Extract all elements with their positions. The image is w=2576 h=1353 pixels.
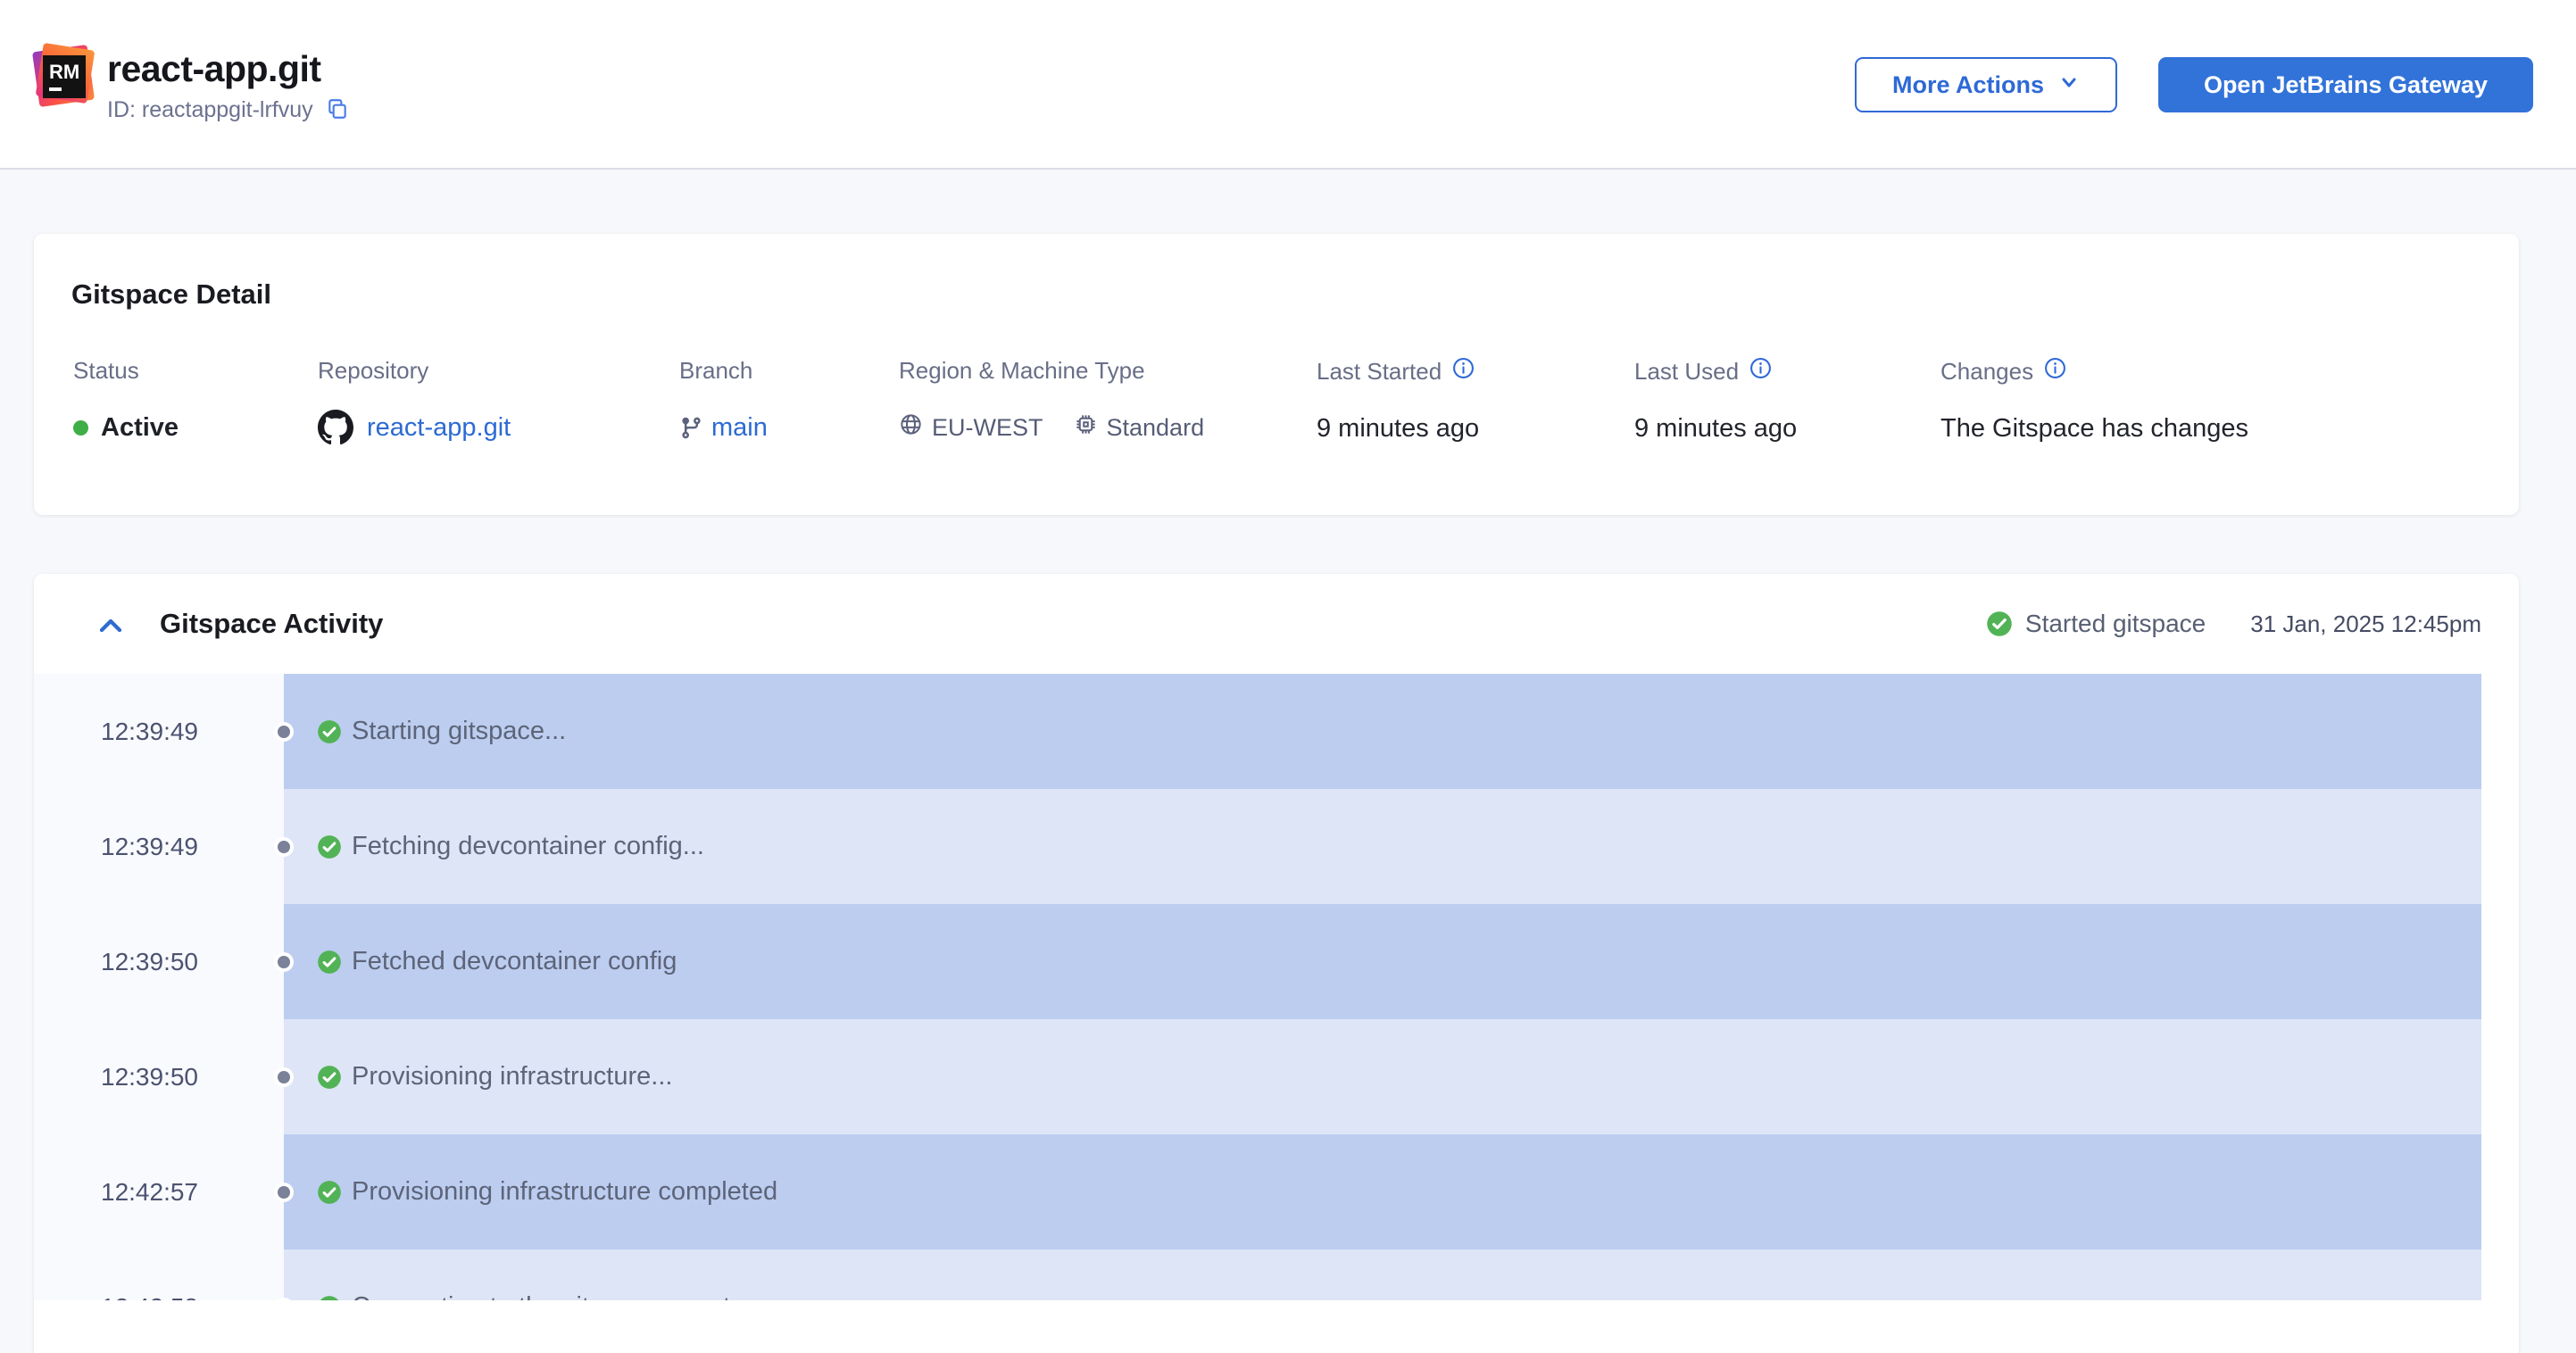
copy-id-button[interactable] bbox=[326, 97, 349, 123]
log-timestamp: 12:42:57 bbox=[101, 1177, 198, 1206]
log-message: Fetched devcontainer config bbox=[352, 947, 677, 975]
field-last-started: Last Started 9 minutes ago bbox=[1317, 357, 1479, 448]
gitspace-activity-card: Gitspace Activity Started gitspace 31 Ja… bbox=[34, 574, 2519, 1353]
timeline-dot-icon bbox=[274, 721, 294, 742]
repository-label: Repository bbox=[318, 357, 429, 384]
machine-type-value: Standard bbox=[1106, 413, 1205, 441]
check-circle-icon bbox=[317, 1295, 342, 1300]
check-circle-icon bbox=[317, 1065, 342, 1090]
log-row: 12:42:57 Provisioning infrastructure com… bbox=[34, 1134, 2481, 1249]
last-started-label: Last Started bbox=[1317, 357, 1442, 385]
status-dot-icon bbox=[73, 419, 88, 436]
log-row: 12:39:50 Fetched devcontainer config bbox=[34, 904, 2481, 1019]
check-circle-icon bbox=[1986, 610, 2013, 637]
field-status: Status Active bbox=[73, 357, 179, 447]
log-timestamp: 12:42:58 bbox=[101, 1293, 198, 1301]
more-actions-button[interactable]: More Actions bbox=[1855, 57, 2117, 112]
log-message: Starting gitspace... bbox=[352, 717, 567, 745]
info-icon[interactable] bbox=[2044, 357, 2066, 386]
chevron-up-icon bbox=[97, 615, 124, 639]
field-region-machine: Region & Machine Type EU-WEST Standard bbox=[899, 357, 1204, 447]
rubymine-logo-icon: RM bbox=[31, 42, 96, 108]
info-icon[interactable] bbox=[1749, 357, 1772, 386]
chevron-down-icon bbox=[2058, 71, 2080, 99]
timeline-dot-icon bbox=[274, 836, 294, 857]
log-row: 12:39:49 Starting gitspace... bbox=[34, 674, 2481, 789]
open-jetbrains-gateway-button[interactable]: Open JetBrains Gateway bbox=[2158, 57, 2533, 112]
globe-icon bbox=[899, 412, 923, 444]
info-icon[interactable] bbox=[1452, 357, 1475, 386]
last-started-value: 9 minutes ago bbox=[1317, 413, 1480, 443]
log-message: Provisioning infrastructure... bbox=[352, 1062, 673, 1091]
region-value: EU-WEST bbox=[932, 413, 1043, 441]
log-row: 12:42:58 Connecting to the gitspace agen… bbox=[34, 1249, 2481, 1300]
log-timestamp: 12:39:50 bbox=[101, 1062, 198, 1091]
changes-value: The Gitspace has changes bbox=[1940, 413, 2248, 443]
page-header: RM react-app.git ID: reactappgit-lrfvuy bbox=[0, 0, 2576, 170]
check-circle-icon bbox=[317, 719, 342, 744]
copy-icon bbox=[326, 97, 349, 123]
log-message: Fetching devcontainer config... bbox=[352, 832, 704, 860]
activity-status-label: Started gitspace bbox=[2024, 610, 2206, 637]
branch-label: Branch bbox=[679, 357, 753, 384]
more-actions-label: More Actions bbox=[1891, 71, 2044, 98]
activity-title: Gitspace Activity bbox=[160, 608, 384, 639]
gitspace-detail-card: Gitspace Detail Status Active Repository… bbox=[34, 234, 2519, 515]
region-machine-label: Region & Machine Type bbox=[899, 357, 1145, 384]
detail-card-title: Gitspace Detail bbox=[71, 278, 271, 310]
field-changes: Changes The Gitspace has changes bbox=[1940, 357, 2248, 448]
branch-link[interactable]: main bbox=[711, 413, 768, 443]
timeline-dot-icon bbox=[274, 1067, 294, 1087]
gitspace-id: ID: reactappgit-lrfvuy bbox=[107, 97, 313, 122]
last-used-label: Last Used bbox=[1634, 357, 1740, 385]
status-value: Active bbox=[101, 412, 179, 442]
activity-status-date: 31 Jan, 2025 12:45pm bbox=[2250, 610, 2481, 637]
machine-type-icon bbox=[1074, 412, 1098, 444]
log-timestamp: 12:39:50 bbox=[101, 947, 198, 975]
log-message: Provisioning infrastructure completed bbox=[352, 1177, 778, 1206]
changes-label: Changes bbox=[1940, 357, 2034, 385]
log-row: 12:39:50 Provisioning infrastructure... bbox=[34, 1019, 2481, 1134]
field-branch: Branch main bbox=[679, 357, 768, 447]
last-used-value: 9 minutes ago bbox=[1634, 413, 1798, 443]
timeline-dot-icon bbox=[274, 951, 294, 972]
log-timestamp: 12:39:49 bbox=[101, 717, 198, 745]
field-last-used: Last Used 9 minutes ago bbox=[1634, 357, 1797, 448]
check-circle-icon bbox=[317, 950, 342, 975]
log-message: Connecting to the gitspace agent bbox=[352, 1292, 730, 1300]
check-circle-icon bbox=[317, 834, 342, 859]
log-timestamp: 12:39:49 bbox=[101, 832, 198, 860]
page-title: react-app.git bbox=[107, 48, 321, 89]
collapse-activity-button[interactable] bbox=[97, 610, 124, 639]
activity-log[interactable]: 12:39:49 Starting gitspace... 12:39:49 F… bbox=[34, 674, 2481, 1300]
log-row: 12:39:49 Fetching devcontainer config... bbox=[34, 789, 2481, 904]
github-icon bbox=[318, 410, 353, 445]
status-label: Status bbox=[73, 357, 139, 384]
field-repository: Repository react-app.git bbox=[318, 357, 511, 447]
repository-link[interactable]: react-app.git bbox=[367, 413, 511, 443]
check-circle-icon bbox=[317, 1180, 342, 1205]
git-branch-icon bbox=[679, 416, 703, 440]
timeline-dot-icon bbox=[274, 1182, 294, 1202]
